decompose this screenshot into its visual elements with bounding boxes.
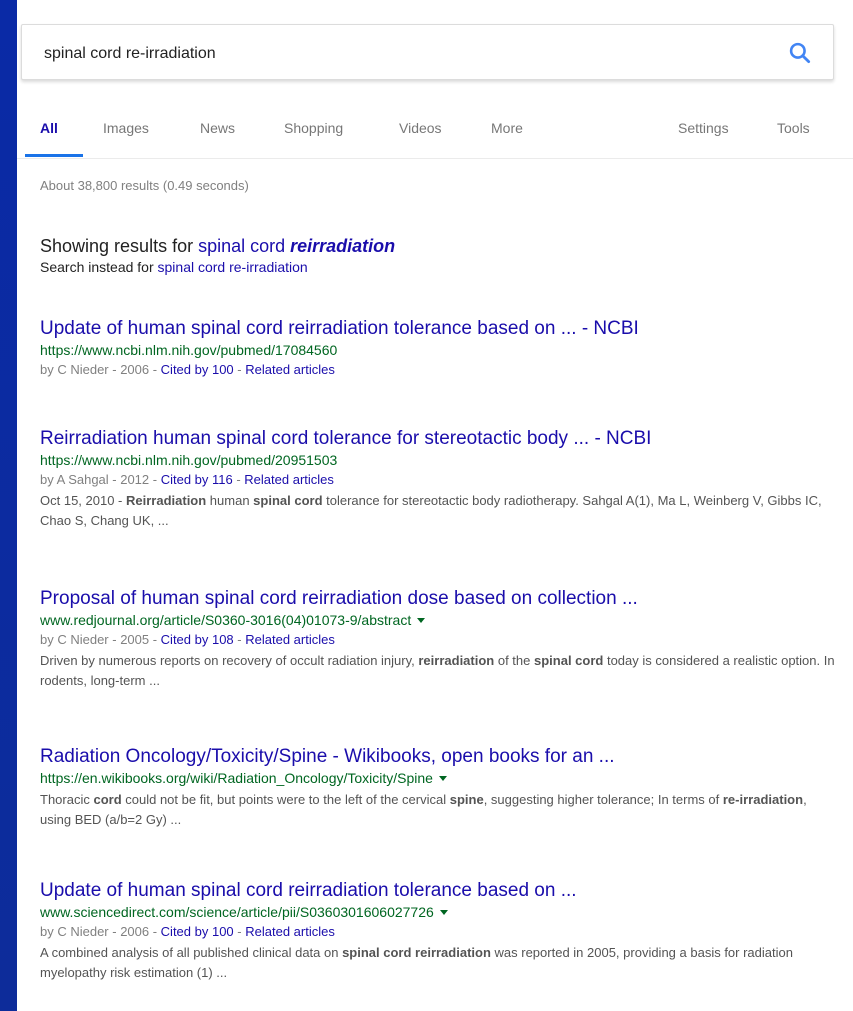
snippet-highlight: reirradiation — [418, 653, 495, 668]
result-title-link[interactable]: Update of human spinal cord reirradiatio… — [40, 318, 840, 340]
result-meta: by C Nieder - 2005 - Cited by 108 - Rela… — [40, 632, 840, 647]
snippet-text: human — [206, 493, 254, 508]
snippet-text: Thoracic — [40, 792, 94, 807]
tab-more[interactable]: More — [491, 120, 523, 136]
result-title-link[interactable]: Reirradiation human spinal cord toleranc… — [40, 428, 840, 450]
result-url: www.redjournal.org/article/S0360-3016(04… — [40, 612, 840, 628]
snippet-highlight: cord — [93, 792, 122, 807]
tab-videos[interactable]: Videos — [399, 120, 442, 136]
tab-all[interactable]: All — [40, 120, 58, 136]
search-input[interactable] — [42, 41, 746, 67]
search-result: Reirradiation human spinal cord toleranc… — [40, 428, 840, 531]
showing-results-label: Showing results for — [40, 236, 199, 256]
result-url-text: https://www.ncbi.nlm.nih.gov/pubmed/1708… — [40, 342, 338, 358]
search-box[interactable] — [21, 24, 834, 80]
snippet-text: A combined analysis of all published cli… — [40, 945, 343, 960]
snippet-highlight: spinal cord reirradiation — [342, 945, 491, 960]
search-tabs: All Images News Shopping Videos More Set… — [17, 108, 853, 159]
cited-by-link[interactable]: Cited by 100 — [161, 924, 234, 939]
spell-correction: Showing results for spinal cord reirradi… — [40, 236, 395, 275]
search-result: Radiation Oncology/Toxicity/Spine - Wiki… — [40, 746, 840, 830]
result-author-year: by C Nieder - 2005 - — [40, 632, 161, 647]
tab-images[interactable]: Images — [103, 120, 149, 136]
related-articles-link[interactable]: Related articles — [245, 362, 335, 377]
result-snippet: Driven by numerous reports on recovery o… — [40, 651, 840, 691]
url-dropdown-arrow-icon[interactable] — [439, 909, 448, 915]
result-url-text: https://www.ncbi.nlm.nih.gov/pubmed/2095… — [40, 452, 338, 468]
search-result: Update of human spinal cord reirradiatio… — [40, 318, 840, 377]
meta-separator: - — [233, 362, 246, 377]
result-meta: by C Nieder - 2006 - Cited by 100 - Rela… — [40, 924, 840, 939]
result-author-year: by C Nieder - 2006 - — [40, 362, 161, 377]
result-meta: by C Nieder - 2006 - Cited by 100 - Rela… — [40, 362, 840, 377]
snippet-highlight: spinal cord — [533, 653, 604, 668]
result-title-link[interactable]: Proposal of human spinal cord reirradiat… — [40, 588, 840, 610]
result-url-text: www.redjournal.org/article/S0360-3016(04… — [40, 612, 412, 628]
corrected-query-bold: reirradiation — [290, 236, 396, 256]
url-dropdown-arrow-icon[interactable] — [438, 775, 447, 781]
url-dropdown-arrow-icon[interactable] — [417, 617, 426, 623]
snippet-text: , suggesting higher tolerance; In terms … — [483, 792, 723, 807]
cited-by-link[interactable]: Cited by 100 — [161, 362, 234, 377]
result-url: https://en.wikibooks.org/wiki/Radiation_… — [40, 770, 840, 786]
snippet-text: of the — [494, 653, 534, 668]
result-url: https://www.ncbi.nlm.nih.gov/pubmed/1708… — [40, 342, 840, 358]
cited-by-link[interactable]: Cited by 108 — [161, 632, 234, 647]
snippet-highlight: re-irradiation — [722, 792, 804, 807]
result-url: www.sciencedirect.com/science/article/pi… — [40, 904, 840, 920]
result-snippet: A combined analysis of all published cli… — [40, 943, 840, 983]
meta-separator: - — [233, 924, 246, 939]
result-title-link[interactable]: Update of human spinal cord reirradiatio… — [40, 880, 840, 902]
result-url-text: https://en.wikibooks.org/wiki/Radiation_… — [40, 770, 433, 786]
corrected-query-plain: spinal cord — [198, 236, 291, 256]
result-author-year: by A Sahgal - 2012 - — [40, 472, 161, 487]
snippet-date: Oct 15, 2010 - — [40, 493, 126, 508]
meta-separator: - — [232, 472, 245, 487]
browser-content: All Images News Shopping Videos More Set… — [17, 0, 853, 1011]
search-icon[interactable] — [787, 40, 813, 66]
result-author-year: by C Nieder - 2006 - — [40, 924, 161, 939]
tab-settings[interactable]: Settings — [678, 120, 729, 136]
tab-tools[interactable]: Tools — [777, 120, 810, 136]
tab-shopping[interactable]: Shopping — [284, 120, 343, 136]
snippet-highlight: spine — [449, 792, 484, 807]
active-tab-indicator — [25, 154, 83, 157]
tab-news[interactable]: News — [200, 120, 235, 136]
original-query-link[interactable]: spinal cord re-irradiation — [158, 259, 308, 275]
result-stats: About 38,800 results (0.49 seconds) — [40, 178, 249, 193]
snippet-highlight: Reirradiation — [126, 493, 207, 508]
search-result: Update of human spinal cord reirradiatio… — [40, 880, 840, 983]
result-snippet: Thoracic cord could not be fit, but poin… — [40, 790, 840, 830]
result-meta: by A Sahgal - 2012 - Cited by 116 - Rela… — [40, 472, 840, 487]
search-result: Proposal of human spinal cord reirradiat… — [40, 588, 840, 691]
related-articles-link[interactable]: Related articles — [244, 472, 334, 487]
related-articles-link[interactable]: Related articles — [245, 924, 335, 939]
result-url-text: www.sciencedirect.com/science/article/pi… — [40, 904, 434, 920]
cited-by-link[interactable]: Cited by 116 — [161, 472, 233, 487]
result-url: https://www.ncbi.nlm.nih.gov/pubmed/2095… — [40, 452, 840, 468]
search-instead-label: Search instead for — [40, 259, 158, 275]
snippet-highlight: spinal cord — [253, 493, 323, 508]
search-header: All Images News Shopping Videos More Set… — [17, 0, 853, 160]
snippet-text: could not be fit, but points were to the… — [121, 792, 450, 807]
snippet-text: Driven by numerous reports on recovery o… — [40, 653, 419, 668]
result-snippet: Oct 15, 2010 - Reirradiation human spina… — [40, 491, 840, 531]
result-title-link[interactable]: Radiation Oncology/Toxicity/Spine - Wiki… — [40, 746, 840, 768]
meta-separator: - — [233, 632, 246, 647]
related-articles-link[interactable]: Related articles — [245, 632, 335, 647]
corrected-query-link[interactable]: spinal cord reirradiation — [198, 236, 395, 256]
